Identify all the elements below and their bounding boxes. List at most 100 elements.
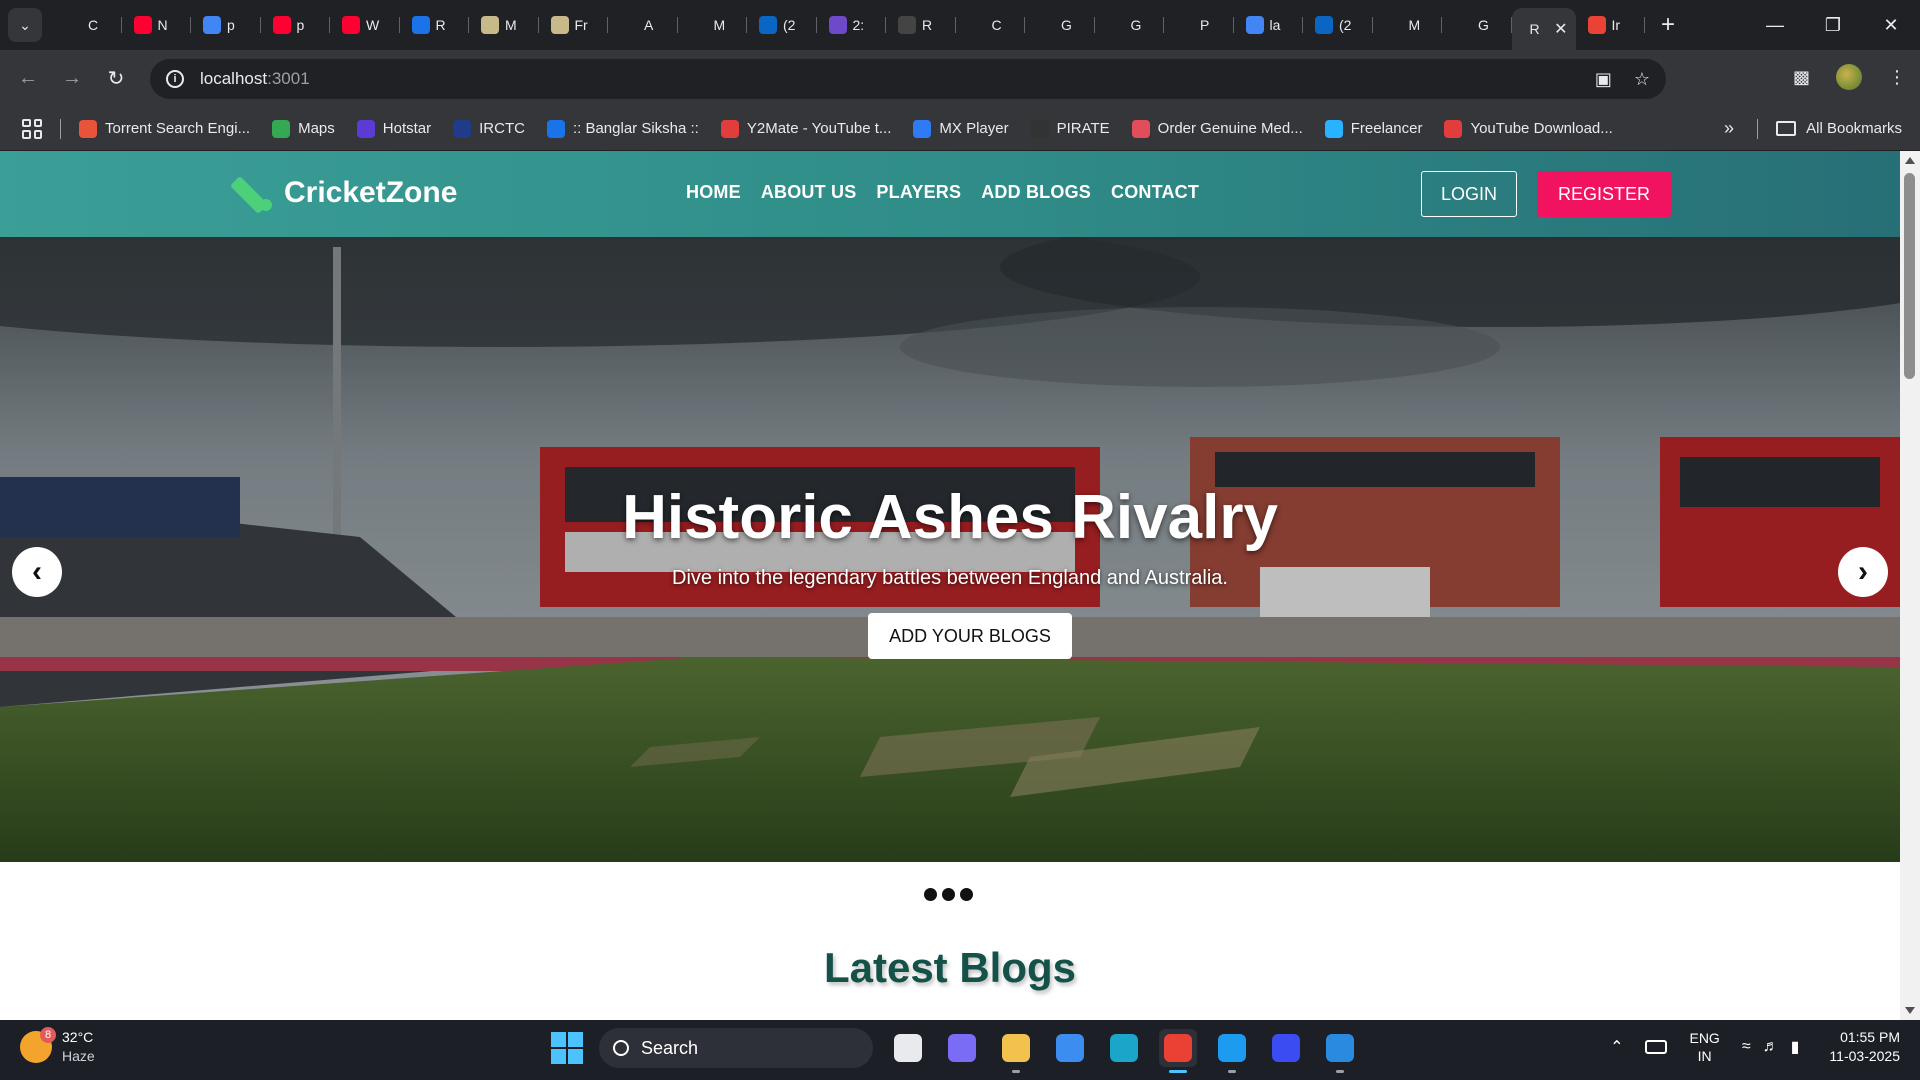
bookmark-item[interactable]: Freelancer <box>1324 119 1422 138</box>
mail-icon[interactable] <box>1051 1029 1089 1067</box>
bookmark-item[interactable]: YouTube Download... <box>1444 119 1613 138</box>
bookmark-item[interactable]: :: Banglar Siksha :: <box>546 119 699 138</box>
forward-button[interactable]: → <box>50 67 94 90</box>
browser-tab[interactable]: W <box>330 7 400 43</box>
skype-icon[interactable] <box>1213 1029 1251 1073</box>
task-view-icon[interactable] <box>889 1029 927 1067</box>
page-scrollbar[interactable] <box>1900 151 1920 1020</box>
folder-icon[interactable] <box>997 1029 1035 1073</box>
browser-tab[interactable]: p <box>191 7 261 43</box>
browser-tab[interactable]: M <box>1373 7 1443 43</box>
login-button[interactable]: LOGIN <box>1421 171 1517 217</box>
language-indicator[interactable]: ENG IN <box>1689 1029 1719 1065</box>
tab-search-button[interactable]: ⌄ <box>8 8 42 42</box>
nav-add-blogs[interactable]: ADD BLOGS <box>981 182 1091 203</box>
close-tab-icon[interactable]: ✕ <box>1554 19 1567 39</box>
browser-tab[interactable]: A <box>608 7 678 43</box>
browser-tab[interactable]: (2 <box>747 7 817 43</box>
nav-home[interactable]: HOME <box>686 182 741 203</box>
bookmark-item[interactable]: Y2Mate - YouTube t... <box>720 119 891 138</box>
bookmark-item[interactable]: Order Genuine Med... <box>1131 119 1303 138</box>
close-window-button[interactable]: ✕ <box>1862 0 1920 50</box>
browser-tab[interactable]: M <box>469 7 539 43</box>
keyboard-icon[interactable] <box>1645 1040 1668 1054</box>
m-app-icon[interactable] <box>1267 1029 1305 1067</box>
browser-tab[interactable]: G <box>1442 7 1512 43</box>
browser-tab[interactable]: M <box>678 7 748 43</box>
browser-tab[interactable]: 2: <box>817 7 887 43</box>
tab-title: N <box>157 17 168 33</box>
browser-tab[interactable]: G <box>1095 7 1165 43</box>
browser-tab[interactable]: p <box>261 7 331 43</box>
apps-grid-icon[interactable] <box>22 118 42 139</box>
browser-tab[interactable]: G <box>1025 7 1095 43</box>
bookmark-item[interactable]: Hotstar <box>356 119 431 138</box>
browser-tab[interactable]: C <box>956 7 1026 43</box>
bookmark-star-icon[interactable]: ☆ <box>1634 69 1650 90</box>
browser-tab[interactable]: C <box>52 7 122 43</box>
youtube-icon <box>133 16 152 34</box>
browser-tab[interactable]: R ✕ <box>1511 8 1576 50</box>
github-icon <box>1037 16 1055 34</box>
window-controls: — ❐ ✕ <box>1746 0 1920 50</box>
carousel-next-button[interactable]: › <box>1838 547 1888 597</box>
vscode-icon[interactable] <box>1321 1029 1359 1073</box>
add-your-blogs-button[interactable]: ADD YOUR BLOGS <box>868 613 1072 659</box>
weather-widget[interactable]: 8 32°C Haze <box>20 1027 95 1066</box>
scroll-down-arrow-icon[interactable] <box>1905 1007 1915 1014</box>
edge-icon[interactable] <box>1105 1029 1143 1067</box>
back-button[interactable]: ← <box>6 67 50 90</box>
clock[interactable]: 01:55 PM 11-03-2025 <box>1829 1028 1900 1066</box>
copilot-icon[interactable] <box>943 1029 981 1067</box>
menu-kebab-icon[interactable]: ⋮ <box>1888 67 1906 88</box>
profile-avatar[interactable] <box>1836 64 1862 90</box>
windows-start-icon[interactable] <box>551 1032 583 1064</box>
address-bar[interactable]: i localhost:3001 ▣ ☆ <box>150 59 1666 99</box>
browser-tab[interactable]: (2 <box>1303 7 1373 43</box>
linkedin-icon <box>759 16 777 34</box>
extensions-icon[interactable]: ▩ <box>1793 67 1810 88</box>
browser-tab[interactable]: P <box>1164 7 1234 43</box>
restore-button[interactable]: ❐ <box>1804 0 1862 50</box>
browser-tab[interactable]: Ir <box>1576 7 1646 43</box>
tab-title: M <box>1408 17 1421 33</box>
carousel-dot[interactable] <box>960 888 973 901</box>
bookmark-item[interactable]: PIRATE <box>1030 119 1110 138</box>
scroll-up-arrow-icon[interactable] <box>1905 157 1915 164</box>
browser-tab[interactable]: N <box>122 7 192 43</box>
site-logo[interactable]: CricketZone <box>229 173 457 215</box>
bookmark-item[interactable]: Maps <box>272 119 335 138</box>
bookmark-list: Torrent Search Engi... Maps Hotstar IRCTC::… <box>79 119 1635 138</box>
volume-icon[interactable]: ♬ <box>1763 1038 1779 1056</box>
battery-icon[interactable]: ▮ <box>1791 1037 1800 1057</box>
browser-tab[interactable]: Fr <box>539 7 609 43</box>
more-bookmarks-chevron-icon[interactable]: » <box>1724 118 1734 139</box>
site-info-icon[interactable]: i <box>166 70 184 88</box>
nav-players[interactable]: PLAYERS <box>876 182 961 203</box>
bookmark-item[interactable]: IRCTC <box>453 119 525 138</box>
wifi-icon[interactable]: ≈ <box>1742 1038 1751 1056</box>
show-hidden-icons-chevron-icon[interactable]: ⌃ <box>1610 1037 1623 1057</box>
register-button[interactable]: REGISTER <box>1537 171 1671 217</box>
scroll-thumb[interactable] <box>1904 173 1915 379</box>
browser-tab[interactable]: la <box>1234 7 1304 43</box>
bookmark-item[interactable]: Torrent Search Engi... <box>79 119 250 138</box>
nav-about-us[interactable]: ABOUT US <box>761 182 857 203</box>
url-host: localhost <box>200 69 268 88</box>
new-tab-button[interactable]: + <box>1661 11 1675 39</box>
carousel-prev-button[interactable]: ‹ <box>12 547 62 597</box>
carousel-dot[interactable] <box>924 888 937 901</box>
tab-title: p <box>227 17 235 33</box>
chrome-icon[interactable] <box>1159 1029 1197 1073</box>
install-app-icon[interactable]: ▣ <box>1595 69 1612 90</box>
taskbar-search[interactable]: Search <box>599 1028 873 1068</box>
all-bookmarks-button[interactable]: All Bookmarks <box>1757 119 1902 139</box>
bookmark-item[interactable]: MX Player <box>913 119 1009 138</box>
url-text[interactable]: localhost:3001 <box>200 69 310 89</box>
minimize-button[interactable]: — <box>1746 0 1804 50</box>
browser-tab[interactable]: R <box>886 7 956 43</box>
nav-contact[interactable]: CONTACT <box>1111 182 1199 203</box>
browser-tab[interactable]: R <box>400 7 470 43</box>
reload-button[interactable]: ↻ <box>94 66 138 91</box>
carousel-dot[interactable] <box>942 888 955 901</box>
